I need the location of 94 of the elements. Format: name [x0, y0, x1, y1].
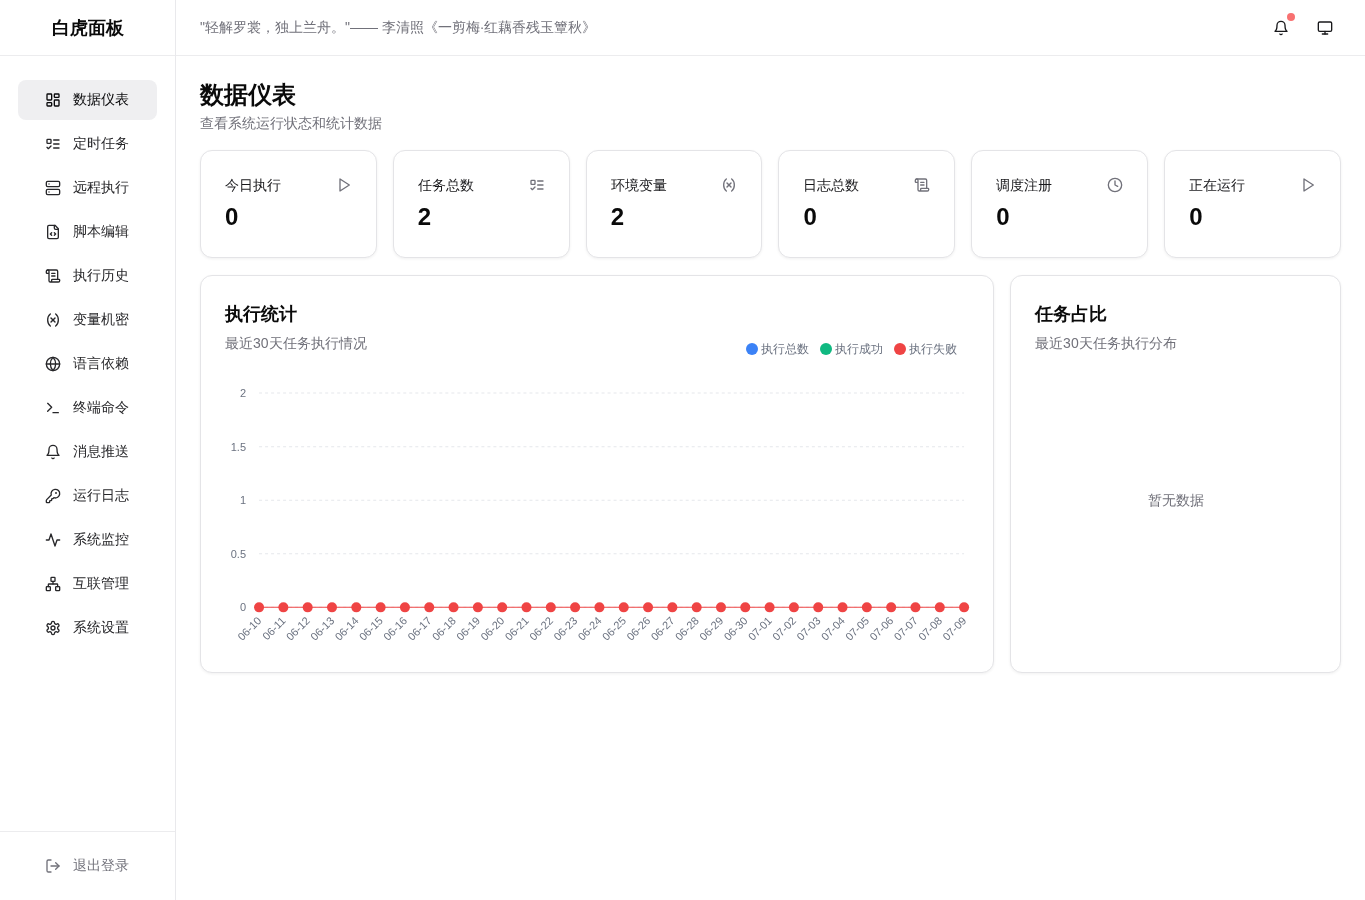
- checklist-icon: [45, 136, 61, 152]
- key-icon: [45, 488, 61, 504]
- nav-item[interactable]: 远程执行: [18, 168, 157, 208]
- clock-icon: [1107, 177, 1124, 193]
- data-point: [497, 602, 508, 613]
- legend-label: 执行失败: [909, 341, 958, 357]
- data-point: [959, 602, 970, 613]
- data-point: [448, 602, 459, 613]
- nav-item[interactable]: 系统设置: [18, 608, 157, 648]
- data-point: [861, 602, 872, 613]
- data-point: [278, 602, 289, 613]
- stat-value: 0: [996, 202, 1011, 232]
- bell-icon: [1273, 19, 1289, 36]
- nav-item[interactable]: 变量机密: [18, 300, 157, 340]
- card-subtitle: 最近30天任务执行分布: [1035, 334, 1178, 353]
- data-point: [837, 602, 848, 613]
- stat-label: 正在运行: [1189, 176, 1246, 195]
- data-point: [910, 602, 921, 613]
- data-point: [351, 602, 362, 613]
- stat-label: 环境变量: [610, 176, 667, 195]
- data-point: [302, 602, 313, 613]
- logout-icon: [45, 858, 61, 874]
- logout-button[interactable]: 退出登录: [18, 846, 157, 886]
- nav-item[interactable]: 语言依赖: [18, 344, 157, 384]
- variable-icon: [45, 312, 61, 328]
- network-icon: [45, 576, 61, 592]
- data-point: [740, 602, 751, 613]
- dashboard-icon: [45, 92, 61, 108]
- nav-item[interactable]: 互联管理: [18, 564, 157, 604]
- card-title: 执行统计: [225, 303, 298, 326]
- terminal-icon: [45, 400, 61, 416]
- data-point: [472, 602, 483, 613]
- card-title: 任务占比: [1035, 303, 1109, 326]
- server-icon: [45, 180, 61, 196]
- data-point: [545, 602, 556, 613]
- nav-item[interactable]: 运行日志: [18, 476, 157, 516]
- variable-icon: [721, 177, 738, 193]
- data-point: [327, 602, 337, 613]
- bell-icon: [45, 444, 61, 460]
- nav-item[interactable]: 脚本编辑: [18, 212, 157, 252]
- data-point: [570, 602, 581, 613]
- globe-icon: [45, 356, 61, 372]
- code-file-icon: [45, 224, 61, 240]
- brand-title: 白虎面板: [51, 16, 124, 40]
- stat-value: 0: [803, 202, 818, 232]
- axis-tick-label: 1: [239, 494, 247, 507]
- data-point: [788, 602, 799, 613]
- data-point: [667, 602, 678, 613]
- stat-value: 2: [417, 202, 433, 232]
- stat-value: 0: [1189, 202, 1204, 232]
- nav-item[interactable]: 定时任务: [18, 124, 157, 164]
- card-subtitle: 最近30天任务执行情况: [225, 334, 367, 353]
- page-subtitle: 查看系统运行状态和统计数据: [200, 114, 383, 133]
- nav-item[interactable]: 执行历史: [18, 256, 157, 296]
- nav-item[interactable]: 系统监控: [18, 520, 157, 560]
- empty-state-text: 暂无数据: [1147, 492, 1204, 511]
- data-point: [715, 602, 726, 613]
- stat-value: 0: [225, 202, 240, 232]
- scroll-icon: [45, 268, 61, 284]
- data-point: [764, 602, 775, 613]
- nav-item[interactable]: 终端命令: [18, 388, 157, 428]
- data-point: [594, 602, 605, 613]
- stat-value: 2: [610, 202, 625, 232]
- nav-item[interactable]: 消息推送: [18, 432, 157, 472]
- data-point: [375, 602, 386, 613]
- axis-tick-label: 0: [239, 601, 247, 614]
- legend-label: 执行总数: [761, 341, 810, 357]
- stat-label: 调度注册: [996, 176, 1053, 195]
- scroll-icon: [914, 177, 931, 193]
- axis-tick-label: 1.5: [230, 440, 247, 453]
- data-point: [424, 602, 435, 613]
- quote-text: "轻解罗裳，独上兰舟。"—— 李清照《一剪梅·红藕香残玉簟秋》: [200, 18, 597, 37]
- axis-tick-label: 2: [239, 387, 247, 400]
- nav-item[interactable]: 数据仪表: [18, 80, 157, 120]
- stat-label: 日志总数: [803, 176, 860, 195]
- checklist-icon: [528, 177, 545, 193]
- data-point: [399, 602, 410, 613]
- stat-label: 今日执行: [225, 176, 281, 195]
- axis-tick-label: 0.5: [230, 547, 247, 560]
- data-point: [691, 602, 702, 613]
- data-point: [618, 602, 629, 613]
- pulse-icon: [45, 532, 61, 548]
- data-point: [813, 602, 824, 613]
- data-point: [934, 602, 945, 613]
- monitor-icon: [1317, 19, 1333, 36]
- data-point: [643, 602, 654, 613]
- settings-icon: [45, 620, 61, 636]
- data-point: [886, 602, 897, 613]
- stat-label: 任务总数: [417, 176, 474, 195]
- data-point: [254, 602, 265, 613]
- data-point: [521, 602, 532, 613]
- legend-label: 执行成功: [835, 341, 884, 357]
- play-icon: [1300, 177, 1316, 193]
- page-title: 数据仪表: [200, 80, 297, 110]
